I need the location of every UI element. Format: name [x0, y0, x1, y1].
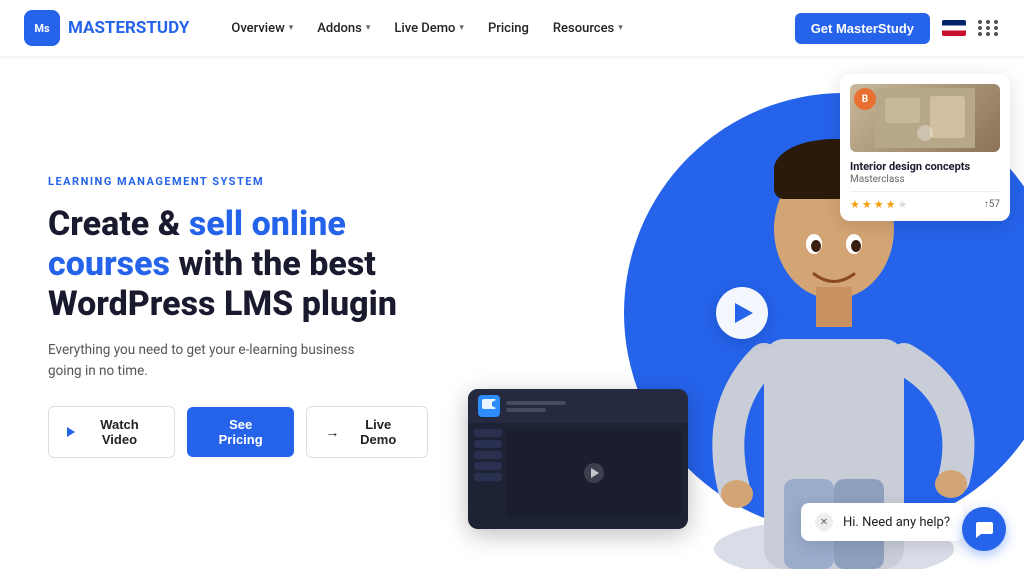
chat-popup: ✕ Hi. Need any help? — [801, 503, 964, 541]
get-masterstudy-button[interactable]: Get MasterStudy — [795, 13, 930, 44]
watch-video-button[interactable]: Watch Video — [48, 406, 175, 458]
star-icon: ★ — [850, 198, 860, 211]
grid-dot — [986, 26, 990, 30]
course-card-title: Interior design concepts — [850, 160, 1000, 174]
nav-links: Overview ▾ Addons ▾ Live Demo ▾ Pricing … — [221, 15, 794, 42]
grid-dot — [986, 20, 990, 24]
chat-icon — [973, 518, 995, 540]
course-card-subtitle: Masterclass — [850, 174, 1000, 185]
hero-subtitle: Everything you need to get your e-learni… — [48, 340, 388, 382]
grid-dot — [978, 26, 982, 30]
grid-dot — [986, 32, 990, 36]
arrow-right-icon: → — [325, 424, 339, 440]
hero-title-part1: Create & — [48, 204, 189, 244]
logo-icon: Ms — [24, 10, 60, 46]
grid-dot — [994, 32, 998, 36]
star-icon: ★ — [874, 198, 884, 211]
course-thumbnail — [875, 88, 975, 148]
nav-addons[interactable]: Addons ▾ — [307, 15, 380, 42]
lms-label: LEARNING MANAGEMENT SYSTEM — [48, 175, 428, 188]
hero-title: Create & sell onlinecourses with the bes… — [48, 204, 428, 324]
course-card-divider — [850, 191, 1000, 192]
navbar: Ms MASTERSTUDY Overview ▾ Addons ▾ Live … — [0, 0, 1024, 56]
chevron-down-icon: ▾ — [618, 23, 623, 33]
star-empty-icon: ★ — [898, 198, 908, 211]
zoom-body — [468, 423, 688, 523]
chevron-down-icon: ▾ — [289, 23, 294, 33]
nav-pricing[interactable]: Pricing — [478, 15, 539, 42]
play-icon — [735, 303, 753, 323]
star-icon: ★ — [862, 198, 872, 211]
live-demo-button[interactable]: → Live Demo — [306, 406, 428, 458]
hero-left: LEARNING MANAGEMENT SYSTEM Create & sell… — [0, 56, 460, 569]
play-video-button[interactable] — [716, 287, 768, 339]
hero-right: B Interior design concepts Masterclass ★… — [460, 56, 1024, 569]
blender-badge: B — [854, 88, 876, 110]
course-card: B Interior design concepts Masterclass ★… — [840, 74, 1010, 221]
zoom-title-lines — [506, 401, 566, 412]
nav-overview[interactable]: Overview ▾ — [221, 15, 303, 42]
course-card-footer: ★ ★ ★ ★ ★ ↑57 — [850, 198, 1000, 211]
chevron-down-icon: ▾ — [366, 23, 371, 33]
hero-buttons: Watch Video See Pricing → Live Demo — [48, 406, 428, 458]
chat-message: Hi. Need any help? — [843, 515, 950, 530]
language-flag-icon[interactable] — [942, 20, 966, 36]
zoom-logo-icon — [478, 395, 500, 417]
course-stars: ★ ★ ★ ★ ★ — [850, 198, 907, 211]
zoom-card — [468, 389, 688, 529]
see-pricing-button[interactable]: See Pricing — [187, 407, 294, 457]
zoom-sidebar — [474, 429, 682, 517]
grid-dot — [978, 20, 982, 24]
chat-close-button[interactable]: ✕ — [815, 513, 833, 531]
play-icon — [67, 427, 75, 437]
zoom-video-area — [506, 429, 682, 517]
students-count: ↑57 — [984, 199, 1000, 210]
nav-resources[interactable]: Resources ▾ — [543, 15, 633, 42]
zoom-topbar — [468, 389, 688, 423]
grid-dot — [978, 32, 982, 36]
chat-bubble-button[interactable] — [962, 507, 1006, 551]
nav-right: Get MasterStudy — [795, 13, 1000, 44]
logo-text: MASTERSTUDY — [68, 18, 189, 38]
zoom-play-icon — [584, 463, 604, 483]
grid-dot — [994, 26, 998, 30]
chevron-down-icon: ▾ — [459, 23, 464, 33]
logo[interactable]: Ms MASTERSTUDY — [24, 10, 189, 46]
grid-dot — [994, 20, 998, 24]
nav-livedemo[interactable]: Live Demo ▾ — [384, 15, 474, 42]
star-icon: ★ — [886, 198, 896, 211]
hero-section: LEARNING MANAGEMENT SYSTEM Create & sell… — [0, 56, 1024, 569]
apps-grid-icon[interactable] — [978, 20, 1000, 36]
course-card-image: B — [850, 84, 1000, 152]
